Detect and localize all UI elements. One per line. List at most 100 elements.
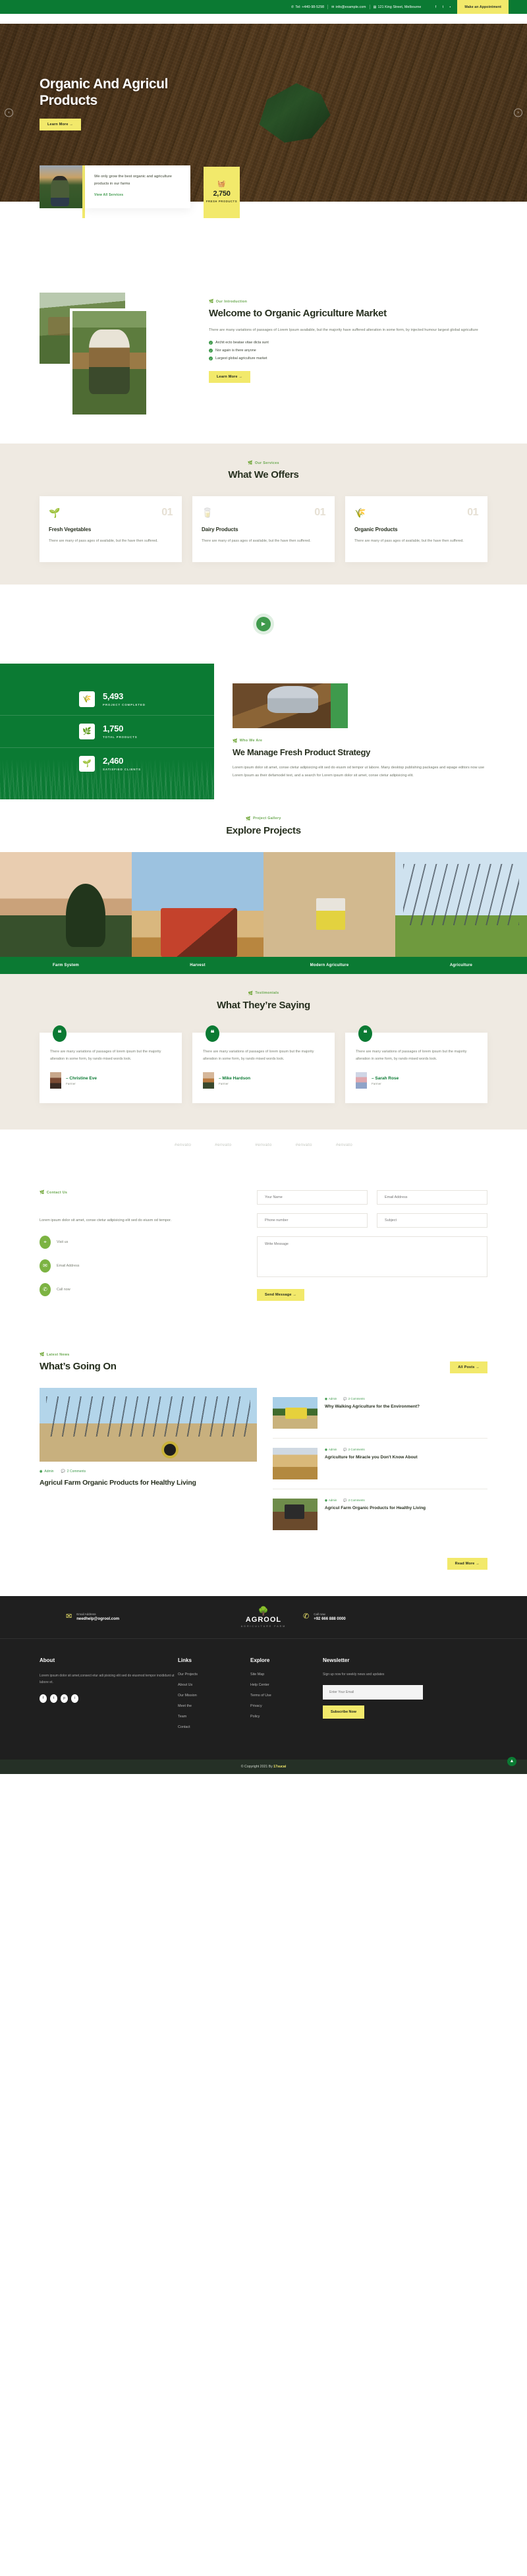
read-more-button[interactable]: Read More → (447, 1557, 487, 1570)
topbar-address[interactable]: ▤ 121 King Street, Melbourne (370, 5, 425, 9)
service-card[interactable]: 🌾 01 Organic Products There are many of … (345, 496, 487, 562)
strategy-image (233, 683, 348, 728)
topbar-email[interactable]: ✉ info@example.com (328, 5, 370, 9)
footer-email-value[interactable]: needhelp@ogrool.com (76, 1617, 119, 1621)
topbar-phone[interactable]: ✆ Tel: +440-98-5298 (288, 5, 327, 9)
contact-section: 🌿 Contact Us Lorem ipsum dolor sit amet,… (0, 1160, 527, 1331)
leaf-icon: 🌿 (40, 1353, 45, 1358)
project-card[interactable]: Modern Agriculture (264, 851, 395, 974)
card-text: There are many of pass ages of available… (354, 538, 464, 543)
feature-text: We only grow the best organic and agricu… (94, 175, 172, 186)
footer-link[interactable]: Privacy (250, 1704, 323, 1708)
hero-prev-arrow[interactable]: ‹ (5, 108, 13, 117)
footer-links-heading: Links (178, 1657, 192, 1663)
user-icon: ◉ (325, 1498, 327, 1502)
list-item: ✓ Nor again is there anyone (209, 349, 256, 353)
brand-logo: #envato (174, 1142, 192, 1147)
stat-label: FRESH PRODUCTS (206, 199, 238, 203)
play-icon[interactable]: ▶ (256, 616, 271, 631)
project-card[interactable]: Harvest (132, 851, 264, 974)
project-card[interactable]: Farm System (0, 851, 132, 974)
project-card[interactable]: Agriculture (395, 851, 527, 974)
copyright-brand[interactable]: 17sucai (273, 1765, 286, 1769)
brand-logo: #envato (335, 1142, 353, 1147)
card-number: 01 (161, 506, 173, 518)
instagram-icon[interactable]: i (71, 1694, 78, 1703)
footer-logo[interactable]: 🌳 AGROOL AGRICULTURE FARM (224, 1607, 303, 1628)
blog-comments: 💬 2 Comments (61, 1469, 86, 1474)
name-input[interactable] (257, 1190, 368, 1205)
facebook-icon[interactable]: f (40, 1694, 47, 1703)
footer-about-text: Lorem ipsum dolor sit amet,consect etur … (40, 1673, 175, 1685)
milk-bottle-icon: 🥛 (202, 507, 213, 518)
topbar-phone-label: Tel: +440-98-5298 (295, 5, 325, 9)
card-text: There are many of pass ages of available… (202, 538, 311, 543)
subscribe-button[interactable]: Subscribe Now (323, 1705, 364, 1719)
list-item: ✓ Archit ecto beatae vitae dicta sunt (209, 341, 269, 345)
blog-main-post[interactable]: ◉ Admin 💬 2 Comments Agricul Farm Organic … (40, 1387, 257, 1539)
contact-item-label: Visit us (57, 1240, 69, 1244)
footer-link[interactable]: Terms of Use (250, 1694, 323, 1698)
footer-link[interactable]: Team (178, 1715, 250, 1719)
footer-link[interactable]: Our Mission (178, 1694, 250, 1698)
facebook-icon[interactable]: f (433, 5, 437, 9)
view-all-services-link[interactable]: View All Services (94, 193, 123, 197)
testimonials-section: 🌿 Testimonials What They’re Saying ❝ The… (0, 973, 527, 1130)
email-input[interactable] (377, 1190, 487, 1205)
footer-phone-value[interactable]: +92 666 888 0000 (314, 1617, 346, 1621)
all-posts-button[interactable]: All Posts → (450, 1361, 487, 1373)
send-message-button[interactable]: Send Message → (257, 1289, 305, 1302)
newsletter-email-input[interactable] (323, 1684, 423, 1700)
contact-item-email: ✉ Email Address (40, 1259, 231, 1273)
blog-side-title: Agriculture for Miracle you Don't Know A… (325, 1454, 418, 1460)
blog-title: What’s Going On (40, 1361, 117, 1373)
footer-email-block: ✉ Email Address needhelp@ogrool.com (66, 1613, 224, 1621)
pinterest-icon[interactable]: p (61, 1694, 68, 1703)
avatar (356, 1072, 367, 1089)
phone-input[interactable] (257, 1213, 368, 1228)
hero-next-arrow[interactable]: › (514, 108, 522, 117)
card-text: There are many of pass ages of available… (49, 538, 158, 543)
chevron-up-icon[interactable]: ▲ (507, 1756, 516, 1766)
site-footer: ✉ Email Address needhelp@ogrool.com 🌳 AG… (0, 1595, 527, 1774)
hero-learn-more-button[interactable]: Learn More → (40, 118, 82, 130)
blog-side-post[interactable]: ◉ Admin 💬 2 Comments Agriculture for Mirac… (273, 1437, 487, 1489)
footer-newsletter-text: Sign up now for weekly news and updates (323, 1672, 385, 1676)
testimonial-name: – Mike Hardson (219, 1075, 251, 1081)
service-card[interactable]: 🌱 01 Fresh Vegetables There are many of … (40, 496, 182, 562)
service-card[interactable]: 🥛 01 Dairy Products There are many of pa… (192, 496, 335, 562)
organic-plant-icon: 🌾 (354, 507, 366, 518)
projects-eyebrow-label: Project Gallery (253, 816, 281, 821)
welcome-learn-more-button[interactable]: Learn More → (209, 371, 251, 384)
footer-link[interactable]: About Us (178, 1683, 250, 1687)
welcome-eyebrow-label: Our Introduction (215, 299, 248, 304)
footer-link[interactable]: Help Center (250, 1683, 323, 1687)
blog-side-post[interactable]: ◉ Admin 💬 2 Comments Agricul Farm Organic … (273, 1488, 487, 1539)
contact-eyebrow-label: Contact Us (46, 1190, 68, 1195)
blog-eyebrow: 🌿 Latest News (40, 1352, 117, 1358)
blog-author: ◉ Admin (40, 1469, 54, 1474)
footer-link[interactable]: Site Map (250, 1673, 323, 1676)
blog-side-post[interactable]: ◉ Admin 💬 2 Comments Why Walking Agricultu… (273, 1388, 487, 1438)
footer-link[interactable]: Meet the (178, 1704, 250, 1708)
twitter-icon[interactable]: t (50, 1694, 57, 1703)
basket-icon: 🧺 (217, 180, 226, 188)
footer-link[interactable]: Policy (250, 1715, 323, 1719)
youtube-icon[interactable]: ▪ (448, 5, 452, 9)
twitter-icon[interactable]: t (441, 5, 445, 9)
topbar-social: f t ▪ (424, 5, 457, 9)
welcome-title: Welcome to Organic Agriculture Market (209, 308, 387, 319)
footer-link[interactable]: Contact (178, 1725, 250, 1729)
make-appointment-button[interactable]: Make an Appointment (457, 0, 509, 14)
strategy-badge (331, 683, 348, 728)
footer-link[interactable]: Our Projects (178, 1673, 250, 1676)
leaf-icon: 🌿 (209, 300, 214, 304)
stat-row: 🌿 1,750 TOTAL PRODUCTS (0, 714, 214, 747)
topbar-email-label: info@example.com (335, 5, 366, 9)
tree-logo-icon: 🌳 (258, 1605, 269, 1616)
subject-input[interactable] (377, 1213, 487, 1228)
card-title: Fresh Vegetables (49, 526, 92, 532)
message-textarea[interactable] (257, 1236, 487, 1278)
welcome-section: 🌿 Our Introduction Welcome to Organic Ag… (0, 281, 527, 444)
project-label: Farm System (0, 956, 132, 974)
